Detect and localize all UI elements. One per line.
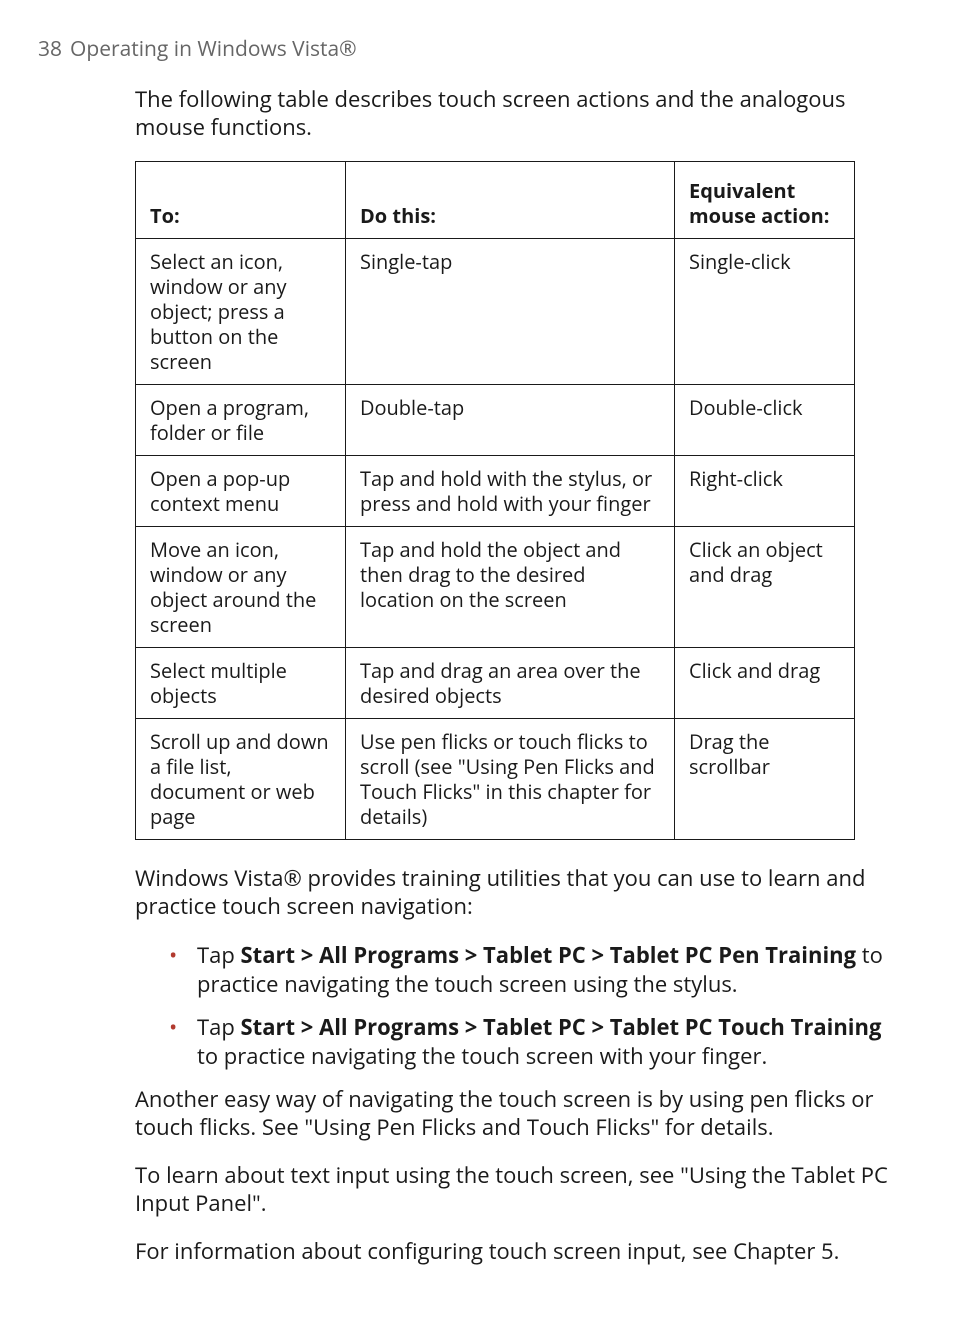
table-row: Open a pop-up context menu Tap and hold … (136, 456, 855, 527)
th-to: To: (136, 162, 346, 239)
cell-mouse: Click and drag (675, 648, 855, 719)
bullet-bold: Start > All Programs > Tablet PC > Table… (241, 1012, 882, 1042)
cell-mouse: Right-click (675, 456, 855, 527)
cell-to: Scroll up and down a file list, document… (136, 719, 346, 840)
cell-do: Single-tap (346, 239, 675, 385)
table-row: Select an icon, window or any object; pr… (136, 239, 855, 385)
running-header: 38 Operating in Windows Vista® (38, 35, 894, 63)
cell-do: Tap and hold the object and then drag to… (346, 527, 675, 648)
table-row: Select multiple objects Tap and drag an … (136, 648, 855, 719)
cell-mouse: Click an object and drag (675, 527, 855, 648)
th-do: Do this: (346, 162, 675, 239)
cell-do: Use pen flicks or touch flicks to scroll… (346, 719, 675, 840)
cell-to: Select multiple objects (136, 648, 346, 719)
cell-mouse: Drag the scrollbar (675, 719, 855, 840)
flicks-paragraph: Another easy way of navigating the touch… (135, 1085, 894, 1141)
input-panel-paragraph: To learn about text input using the touc… (135, 1161, 894, 1217)
chapter5-paragraph: For information about configuring touch … (135, 1237, 894, 1265)
cell-mouse: Double-click (675, 385, 855, 456)
cell-do: Double-tap (346, 385, 675, 456)
body-content: The following table describes touch scre… (135, 85, 894, 1266)
bullet-pre: Tap (197, 940, 241, 970)
document-page: 38 Operating in Windows Vista® The follow… (0, 0, 954, 1326)
training-paragraph: Windows Vista® provides training utiliti… (135, 864, 894, 920)
bullet-pre: Tap (197, 1012, 241, 1042)
bullet-post: to practice navigating the touch screen … (197, 1041, 767, 1071)
cell-do: Tap and hold with the stylus, or press a… (346, 456, 675, 527)
cell-to: Open a pop-up context menu (136, 456, 346, 527)
touch-actions-table: To: Do this: Equivalent mouse action: Se… (135, 161, 855, 840)
cell-to: Move an icon, window or any object aroun… (136, 527, 346, 648)
cell-mouse: Single-click (675, 239, 855, 385)
chapter-title: Operating in Windows Vista® (70, 35, 357, 63)
intro-paragraph: The following table describes touch scre… (135, 85, 894, 141)
th-mouse: Equivalent mouse action: (675, 162, 855, 239)
page-number: 38 (38, 35, 62, 63)
table-row: Move an icon, window or any object aroun… (136, 527, 855, 648)
list-item: Tap Start > All Programs > Tablet PC > T… (169, 1013, 894, 1071)
cell-to: Select an icon, window or any object; pr… (136, 239, 346, 385)
table-header-row: To: Do this: Equivalent mouse action: (136, 162, 855, 239)
table-row: Open a program, folder or file Double-ta… (136, 385, 855, 456)
table-row: Scroll up and down a file list, document… (136, 719, 855, 840)
cell-to: Open a program, folder or file (136, 385, 346, 456)
bullet-bold: Start > All Programs > Tablet PC > Table… (241, 940, 857, 970)
cell-do: Tap and drag an area over the desired ob… (346, 648, 675, 719)
training-bullets: Tap Start > All Programs > Tablet PC > T… (169, 941, 894, 1071)
list-item: Tap Start > All Programs > Tablet PC > T… (169, 941, 894, 999)
